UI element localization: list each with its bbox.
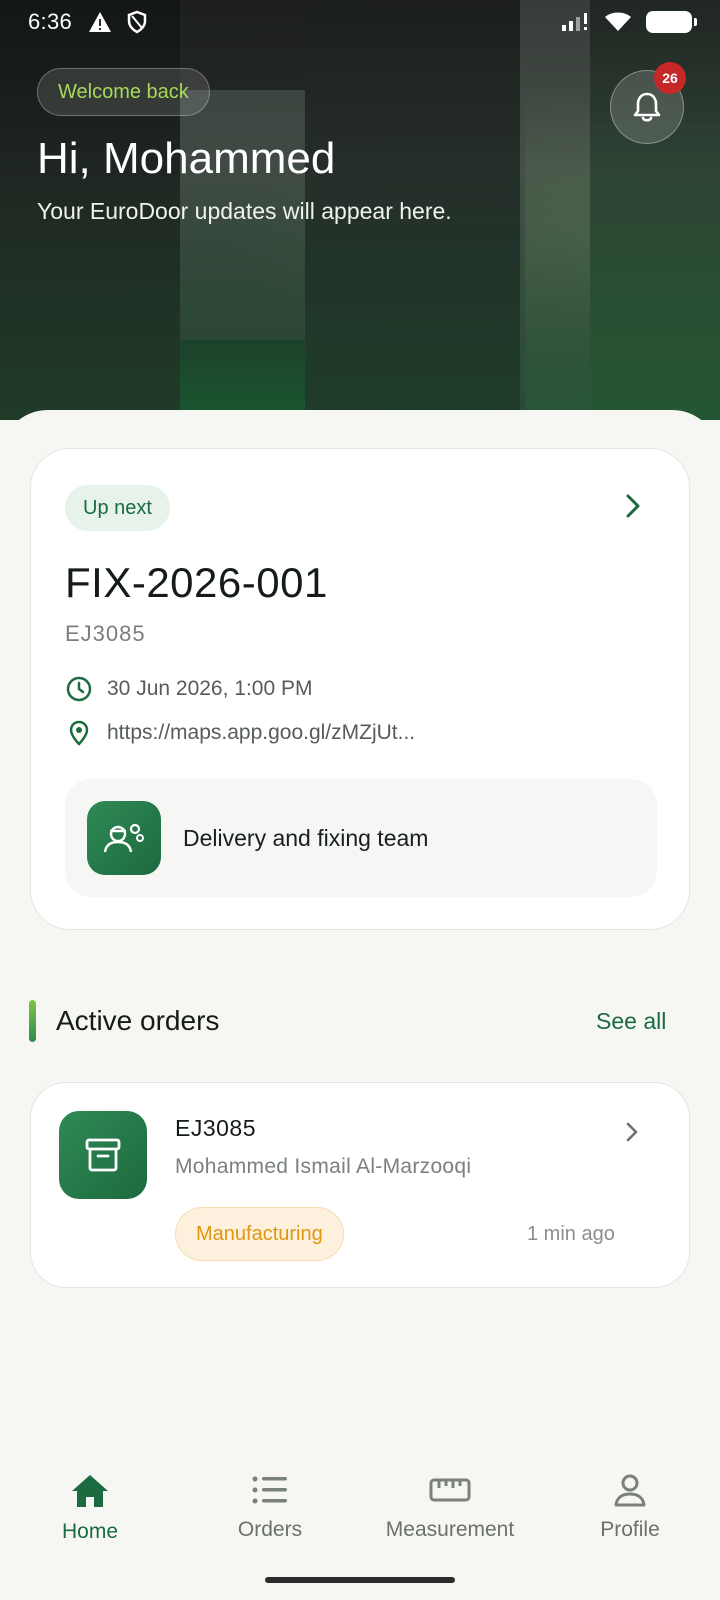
clock-icon (66, 676, 92, 702)
active-orders-title: Active orders (56, 1005, 220, 1036)
appointment-datetime: 30 Jun 2026, 1:00 PM (107, 677, 313, 700)
ruler-icon (429, 1478, 471, 1502)
up-next-pill: Up next (65, 485, 170, 531)
location-pin-icon (69, 720, 89, 746)
list-icon (252, 1476, 287, 1504)
person-icon (614, 1474, 646, 1507)
battery-icon (646, 11, 697, 33)
wifi-icon (605, 12, 631, 31)
team-box: Delivery and fixing team (65, 779, 657, 897)
nav-label-orders: Orders (237, 1518, 303, 1541)
welcome-badge: Welcome back (37, 68, 210, 116)
chevron-right-icon[interactable] (625, 493, 641, 519)
job-code: FIX-2026-001 (65, 559, 328, 606)
up-next-card[interactable]: Up next FIX-2026-001 EJ3085 30 Jun 2026,… (30, 448, 690, 930)
nav-label-measurement: Measurement (385, 1518, 515, 1541)
nav-label-profile: Profile (600, 1518, 660, 1541)
order-id: EJ3085 (175, 1115, 257, 1141)
team-label: Delivery and fixing team (183, 824, 429, 851)
status-time: 6:36 (28, 9, 73, 34)
see-all-link[interactable]: See all (596, 1008, 666, 1035)
nav-orders[interactable]: Orders (180, 1472, 360, 1542)
appointment-time-row: 30 Jun 2026, 1:00 PM (65, 675, 312, 703)
order-status-badge: Manufacturing (175, 1207, 344, 1261)
nav-home[interactable]: Home (0, 1472, 180, 1544)
warning-icon (89, 12, 112, 32)
location-link[interactable]: https://maps.app.goo.gl/zMZjUt... (107, 721, 415, 745)
order-reference: EJ3085 (65, 621, 146, 646)
bell-icon (633, 92, 661, 122)
shield-icon (127, 10, 147, 34)
engineer-team-icon (87, 801, 161, 875)
nav-label-home: Home (61, 1520, 119, 1543)
signal-icon (562, 13, 587, 31)
greeting-subtitle: Your EuroDoor updates will appear here. (37, 198, 452, 224)
archive-box-icon (59, 1111, 147, 1199)
chevron-right-icon[interactable] (625, 1121, 639, 1143)
greeting-title: Hi, Mohammed (37, 134, 336, 183)
order-customer: Mohammed Ismail Al-Marzooqi (175, 1155, 472, 1178)
status-bar: 6:36 (0, 0, 720, 44)
notification-count-badge: 26 (654, 62, 686, 94)
order-card[interactable]: EJ3085 Mohammed Ismail Al-Marzooqi Manuf… (30, 1082, 690, 1288)
nav-measurement[interactable]: Measurement (360, 1472, 540, 1542)
section-accent-bar (29, 1000, 36, 1042)
location-row[interactable]: https://maps.app.goo.gl/zMZjUt... (65, 719, 415, 747)
home-icon (72, 1475, 108, 1507)
home-indicator[interactable] (265, 1577, 455, 1583)
nav-profile[interactable]: Profile (540, 1472, 720, 1542)
order-updated-time: 1 min ago (527, 1223, 615, 1245)
